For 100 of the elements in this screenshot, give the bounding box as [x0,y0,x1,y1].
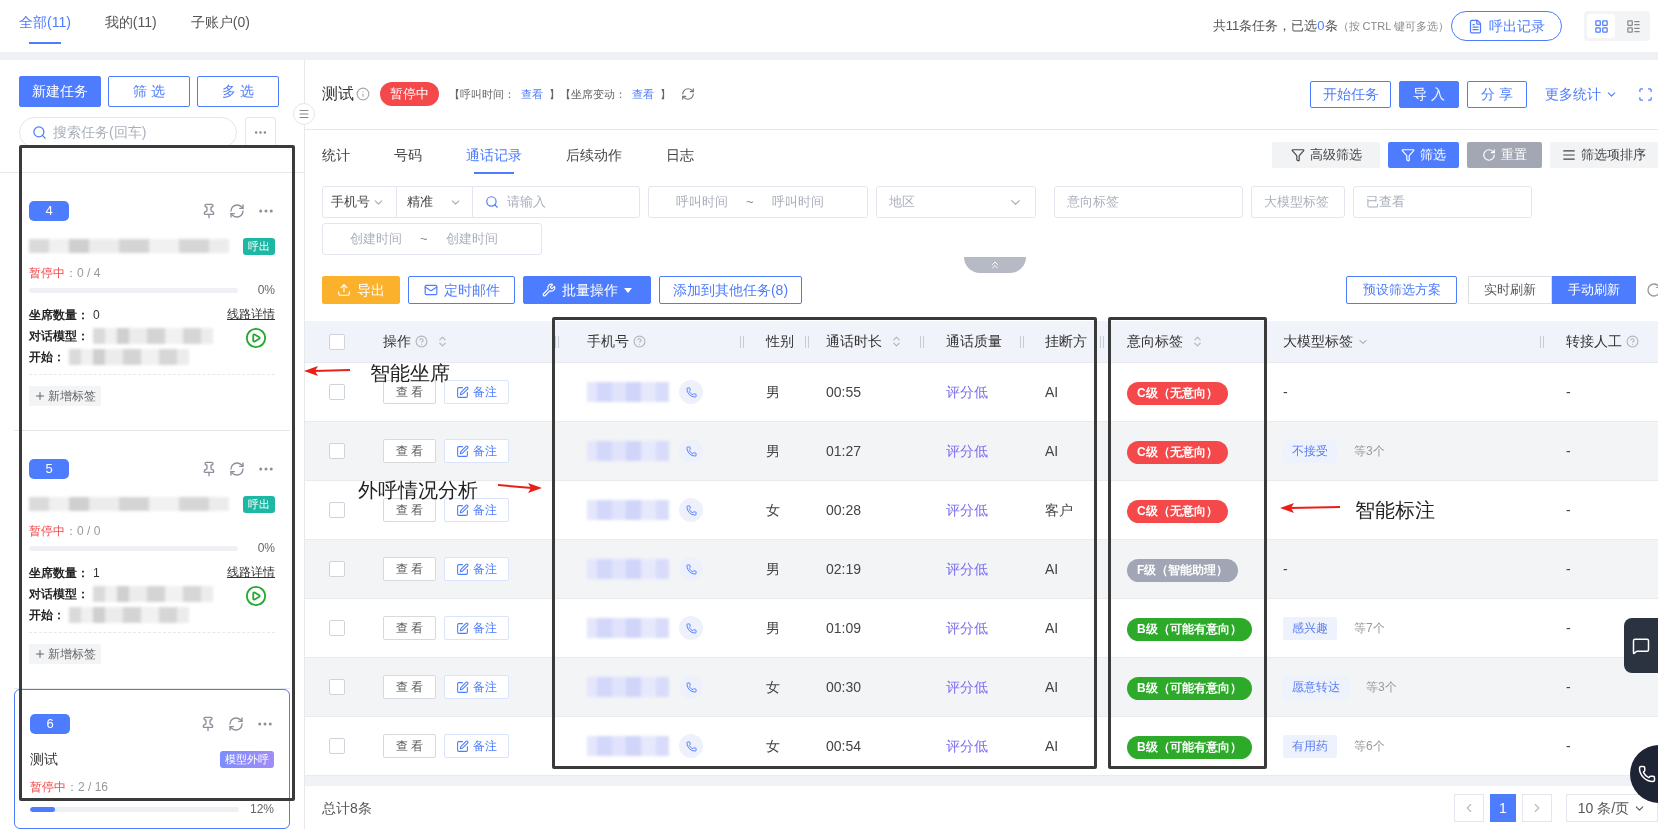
column-header[interactable]: 手机号 [587,331,629,352]
column-resizer[interactable] [1020,335,1024,348]
filter-toolbar-button[interactable]: 筛选 [1388,141,1459,168]
column-resizer[interactable] [1540,335,1544,348]
date-range-field[interactable]: 呼叫时间 ~ 呼叫时间 [648,186,868,218]
line-details-link[interactable]: 线路详情 [227,562,275,583]
quality-link[interactable]: 评分低 [946,443,988,459]
play-icon[interactable] [245,585,267,607]
more-button[interactable] [245,117,276,148]
column-header[interactable]: 挂断方 [1045,331,1087,352]
phone-icon[interactable] [679,734,703,758]
filter-field[interactable]: 已查看 [1353,186,1532,218]
note-button[interactable]: 备注 [444,734,509,758]
row-checkbox[interactable] [329,738,345,754]
scope-tab[interactable]: 我的(11) [104,0,157,44]
row-checkbox[interactable] [329,561,345,577]
header-button[interactable]: 分 享 [1467,80,1527,108]
filter-toolbar-button[interactable]: 筛选项排序 [1550,141,1658,168]
task-card[interactable]: 4 呼出 暂停中：0 / 4 0% 坐席数量： 0 对话模型： 开始： 线路详情 新增标签 [14,173,290,431]
add-tag-button[interactable]: 新增标签 [29,644,101,664]
column-resizer[interactable] [555,335,559,348]
column-header[interactable]: 通话质量 [946,331,1002,352]
action-button[interactable]: 定时邮件 [408,276,515,304]
refresh-icon[interactable] [229,461,245,477]
help-icon[interactable] [633,335,646,348]
column-header[interactable]: 操作 [383,331,411,352]
column-header[interactable]: 通话时长 [826,331,882,352]
column-header[interactable]: 意向标签 [1127,331,1183,352]
phone-icon[interactable] [679,675,703,699]
view-button[interactable]: 查 看 [383,439,436,463]
column-header[interactable]: 大模型标签 [1283,331,1353,352]
filter-toolbar-button[interactable]: 高级筛选 [1272,141,1380,168]
note-button[interactable]: 备注 [444,380,509,404]
previous-page-button[interactable] [1454,794,1484,822]
tab[interactable]: 统计 [322,130,350,175]
column-header[interactable]: 转接人工 [1566,331,1622,352]
preset-filter-button[interactable]: 预设筛选方案 [1346,276,1457,304]
filter-field[interactable]: 意向标签 [1054,186,1243,218]
collapse-sidebar-button[interactable] [293,103,315,125]
filter-field[interactable]: 大模型标签 [1251,186,1345,218]
phone-icon[interactable] [679,498,703,522]
match-select[interactable]: 精准 [397,186,472,218]
note-button[interactable]: 备注 [444,439,509,463]
column-resizer[interactable] [1100,335,1104,348]
help-icon[interactable] [1626,335,1639,348]
column-resizer[interactable] [740,335,744,348]
quality-link[interactable]: 评分低 [946,561,988,577]
refresh-mode-toggle[interactable]: 实时刷新 [1468,276,1552,304]
note-button[interactable]: 备注 [444,616,509,640]
pin-icon[interactable] [200,716,216,732]
date-range-field[interactable]: 创建时间 ~ 创建时间 [322,223,542,255]
sort-icon[interactable] [436,335,449,348]
sidebar-button[interactable]: 多 选 [197,76,279,107]
tab[interactable]: 后续动作 [566,130,622,175]
view-button[interactable]: 查 看 [383,675,436,699]
sidebar-button[interactable]: 新建任务 [19,76,101,107]
tab[interactable]: 通话记录 [466,130,522,175]
tab[interactable]: 日志 [666,130,694,175]
quality-link[interactable]: 评分低 [946,679,988,695]
column-resizer[interactable] [805,335,809,348]
select-all-checkbox[interactable] [329,333,345,350]
line-details-link[interactable]: 线路详情 [227,304,275,325]
fullscreen-icon[interactable] [1638,86,1653,102]
refresh-mode-toggle[interactable]: 手动刷新 [1552,276,1636,304]
phone-icon[interactable] [679,557,703,581]
sort-icon[interactable] [890,335,903,348]
refresh-icon[interactable] [228,716,244,732]
page-button[interactable]: 1 [1490,794,1516,822]
phone-icon[interactable] [679,616,703,640]
task-card[interactable]: 5 呼出 暂停中：0 / 0 0% 坐席数量： 1 对话模型： 开始： 线路详情 新增标签 [14,431,290,689]
sort-icon[interactable] [1191,335,1204,348]
view-button[interactable]: 查 看 [383,734,436,758]
region-select[interactable]: 地区 [876,186,1036,218]
scope-tab[interactable]: 全部(11) [19,0,71,44]
row-checkbox[interactable] [329,620,345,636]
header-button[interactable]: 开始任务 [1310,80,1391,108]
next-page-button[interactable] [1522,794,1552,822]
field-select[interactable]: 手机号 [322,186,397,218]
quality-link[interactable]: 评分低 [946,620,988,636]
pin-icon[interactable] [201,461,217,477]
column-header[interactable]: 性别 [766,331,794,352]
collapse-filters-tab[interactable] [963,257,1026,273]
column-resizer[interactable] [920,335,924,348]
refresh-icon[interactable] [681,87,695,101]
view-toggle[interactable] [1584,11,1650,41]
scope-tab[interactable]: 子账户(0) [190,0,250,44]
view-button[interactable]: 查 看 [383,616,436,640]
action-button[interactable]: 添加到其他任务(8) [659,276,802,304]
row-checkbox[interactable] [329,443,345,459]
play-icon[interactable] [245,327,267,349]
add-tag-button[interactable]: 新增标签 [29,386,101,406]
help-icon[interactable] [415,335,428,348]
more-stats-dropdown[interactable]: 更多统计 [1545,83,1618,105]
refresh-icon[interactable] [1646,282,1658,298]
note-button[interactable]: 备注 [444,557,509,581]
header-button[interactable]: 导 入 [1399,80,1459,108]
grid-view-icon[interactable] [1587,14,1615,38]
action-button[interactable]: 批量操作 [523,276,651,304]
pin-icon[interactable] [201,203,217,219]
refresh-icon[interactable] [229,203,245,219]
